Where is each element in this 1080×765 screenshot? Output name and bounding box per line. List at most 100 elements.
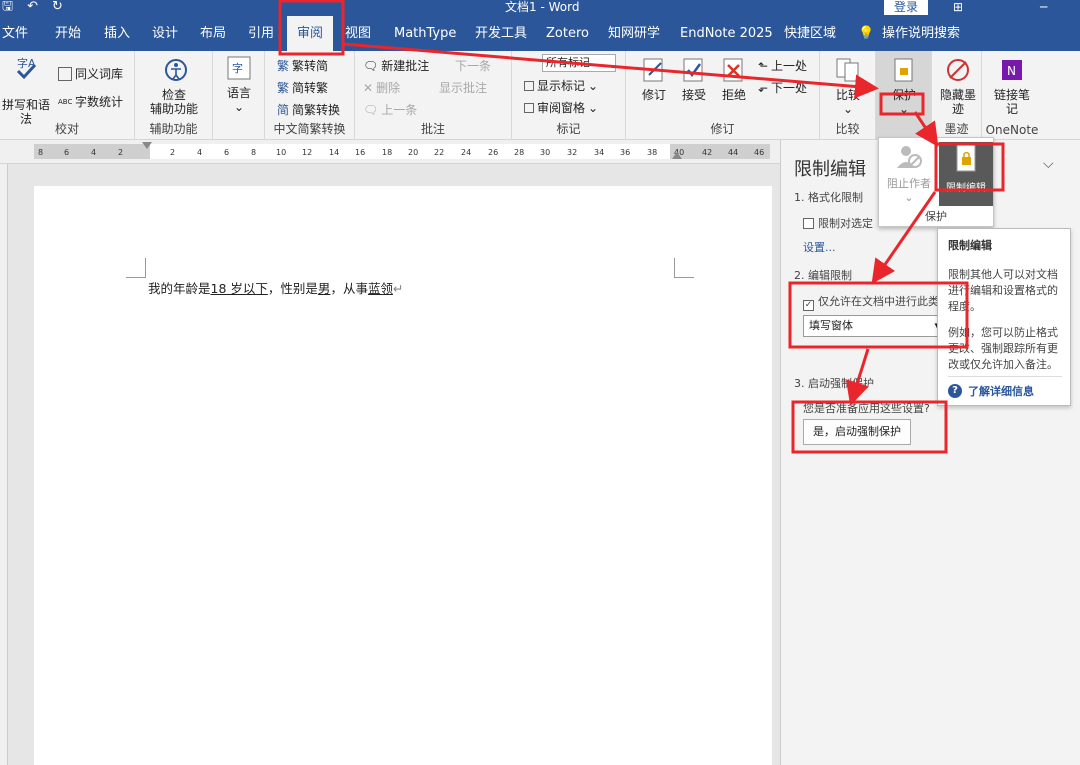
field-age[interactable]: 18 岁以下 xyxy=(211,281,268,296)
tab-cnki[interactable]: 知网研学 xyxy=(608,16,660,51)
pane-collapse-icon[interactable]: ⌵ xyxy=(1043,156,1054,172)
section-enforce-heading: 3. 启动强制保护 xyxy=(794,377,874,390)
protect-menu-label: 保护 xyxy=(925,210,947,223)
reviewing-pane-button[interactable]: 审阅窗格 ⌄ xyxy=(524,99,598,116)
tab-mathtype[interactable]: MathType xyxy=(394,16,456,51)
undo-icon[interactable]: ↶ xyxy=(27,0,38,14)
group-language: 字 语言 ⌄ xyxy=(213,51,265,140)
ruler-number: 36 xyxy=(620,148,631,157)
editing-checkbox[interactable]: ✓ xyxy=(803,300,814,311)
restrict-editing-icon xyxy=(956,144,976,172)
tab-references[interactable]: 引用 xyxy=(248,16,274,51)
restrict-editing-item[interactable]: 限制编辑 xyxy=(939,142,993,206)
delete-comment-button[interactable]: ✕ 删除 xyxy=(363,79,400,96)
tab-quick-area[interactable]: 快捷区域 xyxy=(784,16,836,51)
convert-icon: 简 xyxy=(277,103,290,117)
compare-button[interactable]: 比较 ⌄ xyxy=(828,57,868,116)
vertical-ruler[interactable] xyxy=(0,164,8,765)
ribbon-display-icon[interactable]: ⊞ xyxy=(953,0,963,14)
tab-view[interactable]: 视图 xyxy=(345,16,371,51)
group-label-ink: 墨迹 xyxy=(944,122,969,136)
prev-comment-button[interactable]: 🗨 上一条 xyxy=(363,101,417,118)
group-label-proofing: 校对 xyxy=(54,122,79,136)
ruler-number: 22 xyxy=(434,148,445,157)
svg-text:N: N xyxy=(1007,64,1016,78)
group-changes: 修订 接受 拒绝 ⬑ 上一处 ⬐ 下一处 修订 xyxy=(626,51,820,140)
hide-ink-button[interactable]: 隐藏墨迹 xyxy=(936,57,980,116)
ribbon-tabs: 文件 开始 插入 设计 布局 引用 审阅 视图 MathType 开发工具 Zo… xyxy=(0,16,1080,51)
language-icon: 字 xyxy=(227,56,251,80)
margin-corner-tl xyxy=(126,258,146,278)
accept-button[interactable]: 接受 xyxy=(676,57,712,102)
document-page[interactable]: 我的年龄是18 岁以下，性别是男，从事蓝领↵ xyxy=(34,186,772,765)
markup-dropdown[interactable]: 所有标记 xyxy=(542,54,616,72)
track-changes-button[interactable]: 修订 xyxy=(636,57,672,102)
word-count-icon: ABC xyxy=(58,97,73,106)
help-icon: ? xyxy=(948,384,962,398)
show-comments-button[interactable]: 显示批注 xyxy=(439,79,487,96)
ruler-number: 44 xyxy=(728,148,739,157)
group-label-onenote: OneNote xyxy=(985,123,1039,137)
ruler-number: 2 xyxy=(170,148,176,157)
tab-file[interactable]: 文件 xyxy=(2,16,28,51)
simp-icon: 繁 xyxy=(277,81,290,95)
tab-layout[interactable]: 布局 xyxy=(200,16,226,51)
document-area[interactable]: 我的年龄是18 岁以下，性别是男，从事蓝领↵ xyxy=(8,164,780,765)
onenote-icon: N xyxy=(1002,60,1022,80)
right-indent-marker[interactable] xyxy=(672,152,682,159)
text-mid1: ，性别是 xyxy=(267,281,318,296)
markup-icon xyxy=(524,80,534,91)
field-job[interactable]: 蓝领 xyxy=(368,281,393,296)
trad-to-simp-button[interactable]: 繁繁转简 xyxy=(277,57,328,74)
block-authors-item[interactable]: 阻止作者 ⌄ xyxy=(881,142,937,204)
redo-icon[interactable]: ↻ xyxy=(52,0,63,14)
document-paragraph[interactable]: 我的年龄是18 岁以下，性别是男，从事蓝领↵ xyxy=(148,278,403,297)
ruler-number: 4 xyxy=(91,148,97,157)
next-change-button[interactable]: ⬐ 下一处 xyxy=(758,79,807,96)
pane-title: 限制编辑 xyxy=(794,159,866,180)
ruler-number: 12 xyxy=(302,148,313,157)
language-button[interactable]: 字 语言 ⌄ xyxy=(219,55,259,114)
learn-more-link[interactable]: ? 了解详细信息 xyxy=(948,376,1062,399)
tab-developer[interactable]: 开发工具 xyxy=(475,16,527,51)
quick-access-toolbar: 🖫 ↶ ↻ xyxy=(2,0,63,14)
editing-type-select[interactable]: 填写窗体▾ xyxy=(803,315,945,337)
tab-zotero[interactable]: Zotero xyxy=(546,16,589,51)
tell-me-search[interactable]: 操作说明搜索 xyxy=(882,16,960,51)
show-markup-button[interactable]: 显示标记 ⌄ xyxy=(524,77,598,94)
next-comment-button[interactable]: 下一条 xyxy=(455,57,491,74)
field-gender[interactable]: 男 xyxy=(318,281,331,296)
formatting-checkbox[interactable] xyxy=(803,218,814,229)
ink-icon xyxy=(947,59,969,81)
tab-design[interactable]: 设计 xyxy=(152,16,178,51)
check-accessibility-button[interactable]: 检查 辅助功能 xyxy=(139,57,209,116)
save-icon[interactable]: 🖫 xyxy=(2,0,13,14)
delete-icon: ✕ xyxy=(363,80,374,95)
reject-button[interactable]: 拒绝 xyxy=(716,57,752,102)
tab-insert[interactable]: 插入 xyxy=(104,16,130,51)
new-comment-button[interactable]: 🗨 新建批注 xyxy=(363,57,429,74)
first-line-indent-marker[interactable] xyxy=(142,142,152,149)
ruler-number: 38 xyxy=(647,148,658,157)
protect-button[interactable]: 保护 ⌄ xyxy=(884,57,924,116)
tab-review[interactable]: 审阅 xyxy=(287,16,334,51)
formatting-checkbox-row[interactable]: 限制对选定 xyxy=(803,215,873,231)
protect-dropdown-menu: 阻止作者 ⌄ 限制编辑 保护 xyxy=(878,137,994,227)
convert-button[interactable]: 简简繁转换 xyxy=(277,101,340,118)
tab-endnote[interactable]: EndNote 2025 xyxy=(680,16,773,51)
start-enforcing-button[interactable]: 是，启动强制保护 xyxy=(803,419,911,445)
thesaurus-button[interactable]: 同义词库 xyxy=(58,65,123,82)
minimize-icon[interactable]: ─ xyxy=(1040,0,1047,14)
track-changes-icon xyxy=(643,58,663,82)
word-count-button[interactable]: ABC 字数统计 xyxy=(58,93,123,110)
login-button[interactable]: 登录 xyxy=(884,0,928,15)
formatting-settings-link[interactable]: 设置... xyxy=(803,239,836,255)
previous-change-button[interactable]: ⬑ 上一处 xyxy=(758,57,807,74)
editing-checkbox-row[interactable]: ✓ 仅允许在文档中进行此类 xyxy=(803,293,939,311)
linked-notes-button[interactable]: N 链接笔记 xyxy=(990,57,1034,116)
horizontal-ruler[interactable]: 8 6 4 2 2 4 6 8 10 12 14 16 18 20 22 24 26 28 30 32 34 36 38 40… xyxy=(0,140,780,164)
spelling-grammar-button[interactable]: 字A 拼写和语法 xyxy=(0,55,52,126)
lightbulb-icon: 💡 xyxy=(858,26,875,41)
simp-to-trad-button[interactable]: 繁简转繁 xyxy=(277,79,328,96)
tab-home[interactable]: 开始 xyxy=(55,16,81,51)
